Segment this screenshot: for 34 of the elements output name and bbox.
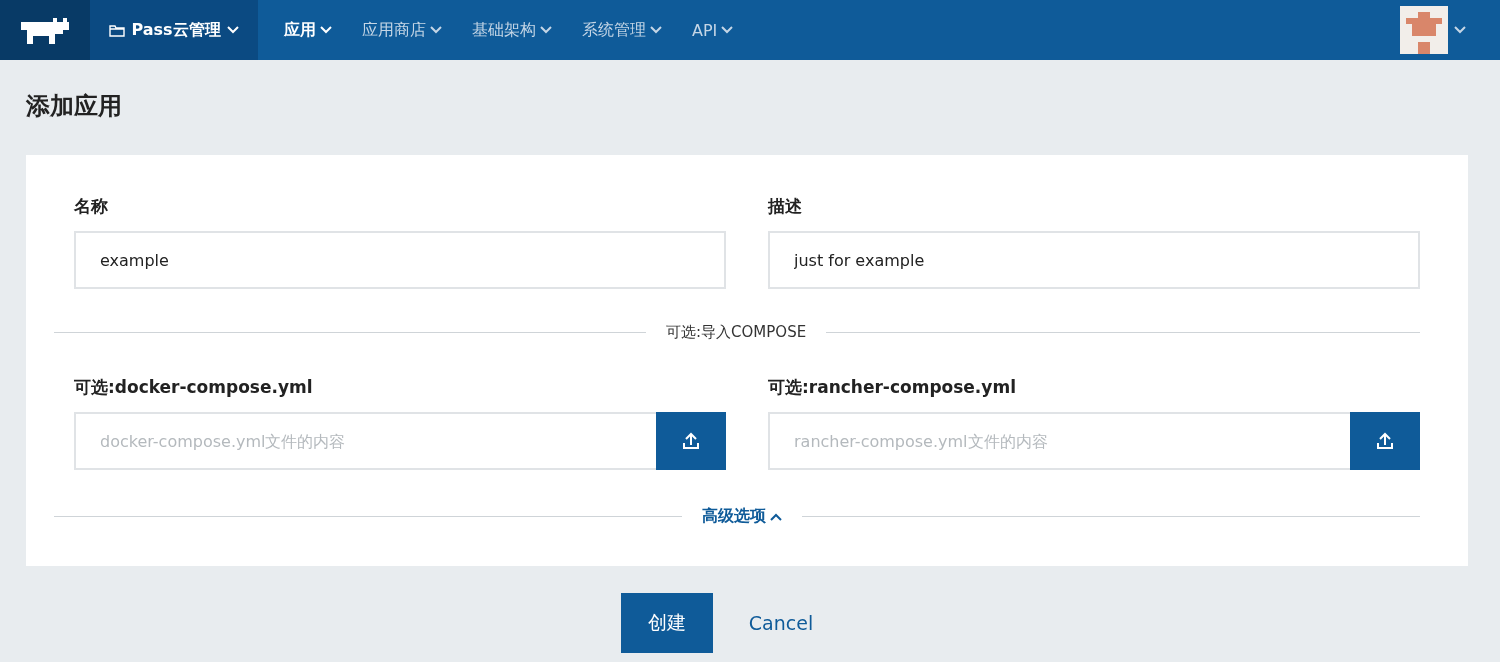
caret-down-icon [1454,26,1466,34]
input-field[interactable]: docker-compose.yml文件的内容 [74,412,656,470]
input-field[interactable]: example [74,231,726,289]
field-label: 名称 [74,195,109,217]
field-label: 可选:docker-compose.yml [74,376,314,398]
page-title: 添加应用 [25,91,123,122]
avatar-icon [1400,6,1448,54]
cancel-button[interactable]: Cancel [742,593,820,653]
field-label: 描述 [768,195,803,217]
advanced-options-toggle[interactable]: 高级选项 [702,506,782,527]
input-field[interactable]: rancher-compose.yml文件的内容 [768,412,1350,470]
environment-menu[interactable]: Pass云管理 [90,0,258,60]
caret-down-icon [320,26,332,34]
field-label: 可选:rancher-compose.yml [768,376,1017,398]
nav-tab[interactable]: 应用 [284,0,332,60]
nav-tab[interactable]: API [692,0,734,60]
create-button[interactable]: 创建 [620,593,713,653]
cow-logo-icon[interactable] [19,16,71,44]
caret-down-icon [650,26,662,34]
nav-tab[interactable]: 应用商店 [362,0,442,60]
caret-down-icon [430,26,442,34]
caret-down-icon [226,26,239,34]
section-divider-label: 可选:导入COMPOSE [666,323,807,342]
folder-icon [109,23,126,37]
upload-icon [682,432,700,450]
caret-up-icon [770,512,782,521]
upload-button[interactable] [656,412,726,470]
nav-tab[interactable]: 基础架构 [472,0,552,60]
input-field[interactable]: just for example [768,231,1420,289]
caret-down-icon [721,26,734,34]
caret-down-icon [540,26,552,34]
upload-icon [1376,432,1394,450]
nav-tab[interactable]: 系统管理 [582,0,662,60]
upload-button[interactable] [1350,412,1420,470]
